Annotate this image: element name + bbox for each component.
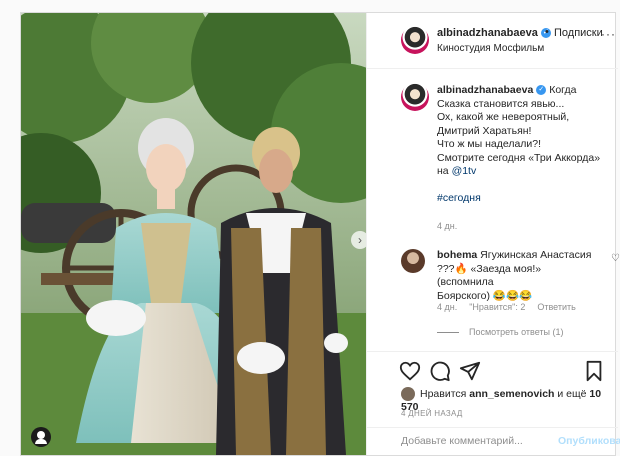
reply-button[interactable]: Ответить	[537, 302, 575, 312]
comment-text: bohema Ягужинская Анастасия ???🔥 «Заезда…	[437, 249, 597, 303]
hashtag-link[interactable]: #сегодня	[437, 192, 481, 204]
caption-line-3: Что ж мы наделали?!	[437, 138, 542, 150]
comment-avatar[interactable]	[401, 249, 425, 273]
comment-line-2: ???🔥 «Заезда моя!» (вспомнила	[437, 262, 542, 289]
comment-time: 4 дн.	[437, 302, 458, 312]
comment-likes[interactable]: "Нравится": 2	[469, 302, 525, 312]
likes-prefix: Нравится	[420, 387, 470, 400]
header-separator: •	[545, 26, 549, 38]
post-card: › albinadzhanabaeva ✓ • Подписки Киностуд…	[20, 12, 620, 456]
caption-avatar[interactable]	[401, 83, 429, 111]
share-icon[interactable]	[459, 360, 481, 382]
caption-username[interactable]: albinadzhanabaeva	[437, 84, 533, 96]
header-username[interactable]: albinadzhanabaeva ✓	[437, 27, 551, 39]
mention-link[interactable]: @1tv	[452, 165, 477, 177]
following-button[interactable]: Подписки	[554, 27, 603, 39]
view-replies-button[interactable]: Посмотреть ответы (1)	[437, 327, 564, 337]
likes-middle: и ещё	[554, 387, 590, 400]
location-link[interactable]: Киностудия Мосфильм	[437, 43, 544, 54]
add-comment-bar: Опубликовать	[367, 427, 620, 456]
publish-button[interactable]: Опубликовать	[558, 435, 620, 447]
comment-like-icon[interactable]: ♡	[611, 253, 620, 264]
heart-icon[interactable]	[399, 360, 421, 382]
chevron-right-icon: ›	[358, 233, 362, 247]
verified-badge-icon: ✓	[536, 85, 547, 96]
bookmark-icon[interactable]	[583, 360, 605, 382]
liker-username[interactable]: ann_semenovich	[469, 388, 554, 400]
post-header: albinadzhanabaeva ✓ • Подписки Киностудия…	[367, 13, 618, 69]
comment-line-3: Боярского) 😂😂😂	[437, 289, 533, 302]
post-sidebar: albinadzhanabaeva ✓ • Подписки Киностудия…	[366, 13, 620, 456]
more-horizontal-icon[interactable]: ···	[601, 27, 616, 41]
action-bar	[367, 351, 618, 392]
comment-input[interactable]	[401, 435, 551, 447]
post-timestamp: 4 ДНЕЙ НАЗАД	[401, 409, 463, 418]
comment-line-1: Ягужинская Анастасия	[477, 249, 592, 261]
caption-text: albinadzhanabaeva ✓ Когда Сказка становит…	[437, 84, 613, 206]
caption-time: 4 дн.	[437, 221, 458, 231]
caption-line-2: Ох, какой же невероятный, Дмитрий Харать…	[437, 111, 570, 137]
liker-avatar[interactable]	[401, 387, 415, 401]
user-tag-icon[interactable]	[31, 427, 51, 447]
next-photo-button[interactable]: ›	[351, 231, 366, 249]
post-photo[interactable]: ›	[21, 13, 366, 455]
avatar[interactable]	[401, 26, 429, 54]
comment-meta: 4 дн. "Нравится": 2 Ответить	[437, 302, 588, 312]
comment-icon[interactable]	[429, 360, 451, 382]
comment-username[interactable]: bohema	[437, 249, 477, 261]
photo-illustration	[21, 13, 366, 455]
page: › albinadzhanabaeva ✓ • Подписки Киностуд…	[0, 0, 620, 456]
